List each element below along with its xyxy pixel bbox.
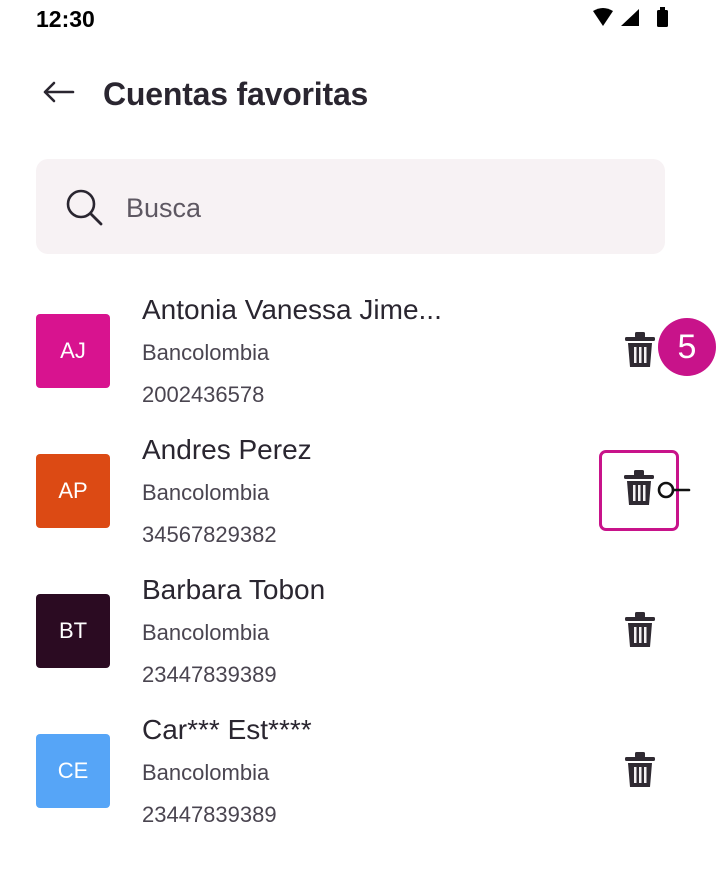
avatar: BT: [36, 594, 110, 668]
trash-icon: [623, 331, 657, 374]
battery-icon: [657, 7, 668, 27]
account-bank: Bancolombia: [142, 340, 270, 365]
account-number: 34567829382: [142, 522, 277, 547]
account-number: 23447839389: [142, 802, 277, 827]
trash-icon: [623, 611, 657, 654]
status-time: 12:30: [36, 6, 95, 32]
list-item[interactable]: AJ Antonia Vanessa Jime... Bancolombia 2…: [0, 280, 717, 420]
avatar-initials: AJ: [60, 338, 86, 363]
list-item[interactable]: AP Andres Perez Bancolombia 34567829382: [0, 420, 717, 560]
avatar: AP: [36, 454, 110, 528]
account-number: 2002436578: [142, 382, 265, 407]
search-box[interactable]: [36, 159, 665, 254]
account-name: Antonia Vanessa Jime...: [142, 294, 442, 325]
account-number: 23447839389: [142, 662, 277, 687]
status-bar: 12:30: [0, 0, 717, 40]
status-icons: [591, 6, 677, 30]
step-badge: 5: [658, 318, 716, 376]
list-item[interactable]: CE Car*** Est**** Bancolombia 2344783938…: [0, 700, 717, 840]
header: Cuentas favoritas: [0, 60, 717, 130]
avatar-initials: CE: [57, 758, 89, 783]
arrow-left-icon: [41, 80, 75, 109]
trash-icon: [622, 469, 656, 512]
account-name: Car*** Est****: [142, 714, 312, 745]
account-name: Andres Perez: [142, 434, 312, 465]
delete-button[interactable]: [612, 604, 668, 660]
account-bank: Bancolombia: [142, 760, 270, 785]
search-icon: [62, 185, 106, 229]
pointer-icon: [656, 479, 692, 501]
wifi-icon: [593, 8, 613, 26]
account-list: AJ Antonia Vanessa Jime... Bancolombia 2…: [0, 280, 717, 840]
avatar-initials: BT: [58, 618, 88, 643]
step-number: 5: [677, 327, 697, 366]
avatar-initials: AP: [58, 478, 88, 503]
avatar: CE: [36, 734, 110, 808]
trash-icon: [623, 751, 657, 794]
back-button[interactable]: [36, 72, 80, 116]
avatar: AJ: [36, 314, 110, 388]
list-item[interactable]: BT Barbara Tobon Bancolombia 23447839389: [0, 560, 717, 700]
account-name: Barbara Tobon: [142, 574, 326, 605]
page-title: Cuentas favoritas: [103, 76, 369, 112]
delete-button[interactable]: [612, 744, 668, 800]
account-bank: Bancolombia: [142, 480, 270, 505]
account-bank: Bancolombia: [142, 620, 270, 645]
signal-icon: [621, 9, 639, 26]
search-input[interactable]: [124, 185, 628, 231]
